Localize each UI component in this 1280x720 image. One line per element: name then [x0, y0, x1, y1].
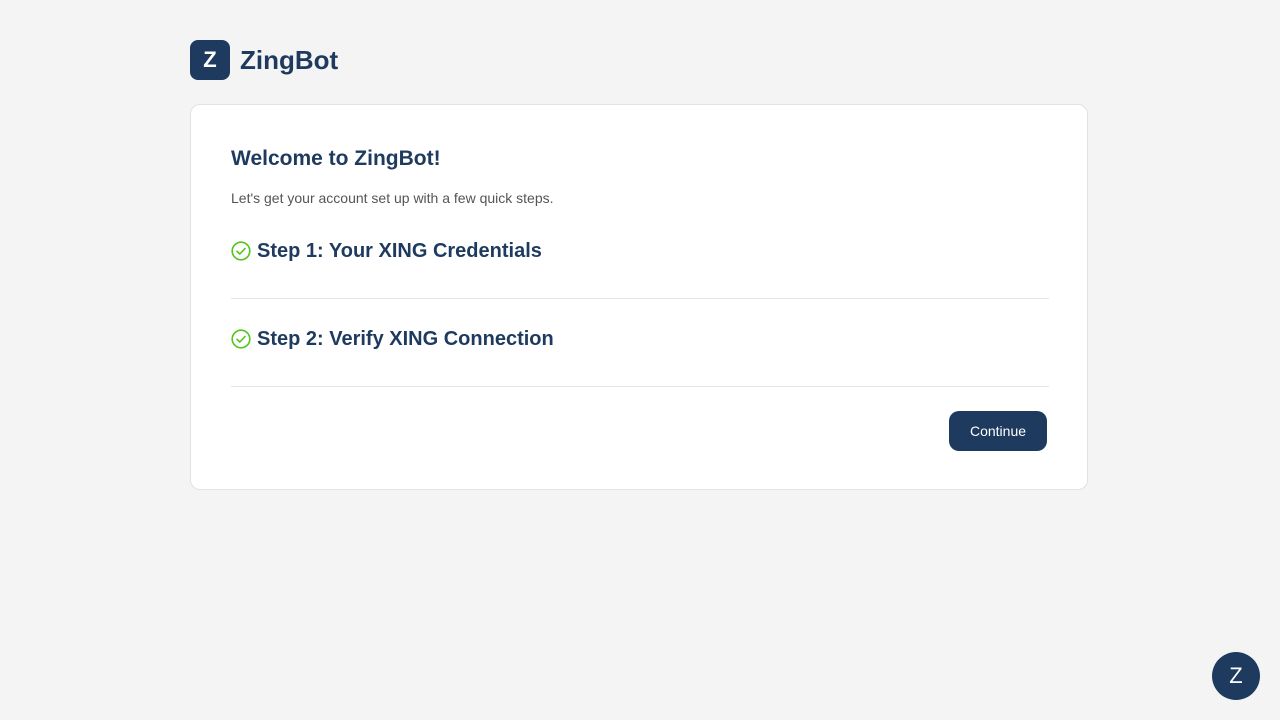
onboarding-card: Welcome to ZingBot! Let's get your accou… [190, 104, 1088, 490]
step-title: Step 2: Verify XING Connection [257, 327, 554, 350]
logo-icon: Z [190, 40, 230, 80]
brand-name: ZingBot [240, 44, 339, 75]
app-header: Z ZingBot [190, 40, 338, 80]
continue-button[interactable]: Continue [949, 411, 1047, 451]
chat-widget-button[interactable]: Z [1212, 652, 1260, 700]
page-subtitle: Let's get your account set up with a few… [231, 190, 554, 206]
step-2[interactable]: Step 2: Verify XING Connection [231, 299, 1049, 387]
page-title: Welcome to ZingBot! [231, 147, 441, 170]
check-circle-icon [231, 241, 251, 261]
logo-letter: Z [203, 47, 217, 72]
step-1[interactable]: Step 1: Your XING Credentials [231, 211, 1049, 299]
chat-widget-letter: Z [1229, 663, 1243, 688]
check-circle-icon [231, 329, 251, 349]
step-title: Step 1: Your XING Credentials [257, 239, 542, 262]
